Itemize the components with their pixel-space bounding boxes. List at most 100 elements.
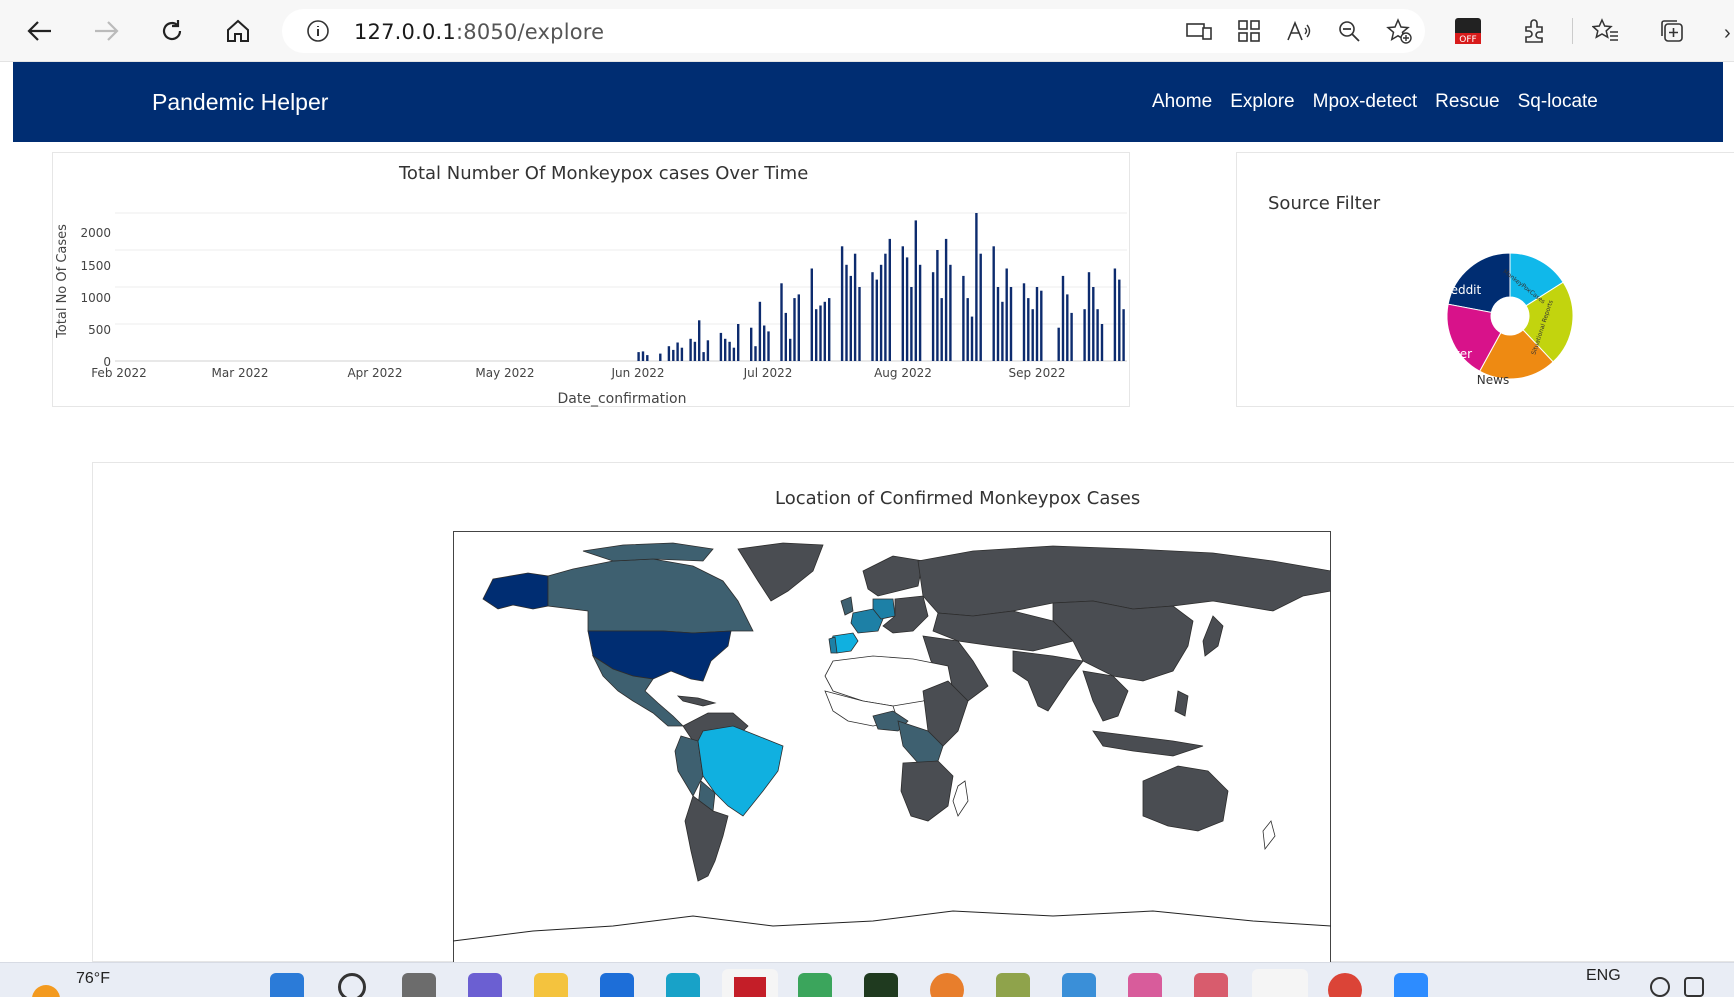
- app-green-icon[interactable]: [798, 973, 832, 997]
- start-icon[interactable]: [270, 973, 304, 997]
- timeline-bar[interactable]: [689, 338, 692, 361]
- timeline-bar[interactable]: [1005, 268, 1008, 362]
- address-bar[interactable]: 127.0.0.1:8050/explore: [282, 9, 1425, 53]
- timeline-bar[interactable]: [797, 294, 800, 361]
- app-orange-icon[interactable]: [930, 973, 964, 997]
- timeline-bar[interactable]: [676, 342, 679, 362]
- timeline-bar[interactable]: [758, 301, 762, 361]
- timeline-bar[interactable]: [975, 213, 978, 361]
- timeline-bar[interactable]: [901, 246, 904, 361]
- timeline-bar[interactable]: [728, 341, 731, 361]
- collections-icon[interactable]: [1654, 13, 1690, 49]
- nav-link-rescue[interactable]: Rescue: [1435, 91, 1499, 113]
- language-indicator[interactable]: ENG: [1586, 967, 1621, 985]
- timeline-bar[interactable]: [698, 320, 701, 361]
- world-choropleth-map[interactable]: [453, 531, 1331, 963]
- timeline-bar[interactable]: [884, 253, 887, 361]
- timeline-bar[interactable]: [853, 253, 857, 361]
- timeline-bar[interactable]: [793, 298, 796, 361]
- timeline-bar[interactable]: [944, 238, 948, 361]
- timeline-bar[interactable]: [706, 340, 710, 361]
- timeline-bar[interactable]: [888, 238, 891, 361]
- timeline-bar[interactable]: [962, 275, 965, 361]
- timeline-bar[interactable]: [879, 264, 883, 361]
- timeline-bar[interactable]: [819, 305, 822, 362]
- timeline-bar[interactable]: [754, 346, 757, 361]
- timeline-bar[interactable]: [1009, 287, 1013, 361]
- weather-temp[interactable]: 76°F: [76, 970, 110, 988]
- timeline-bar[interactable]: [810, 268, 813, 362]
- timeline-bar[interactable]: [637, 352, 640, 361]
- timeline-bar[interactable]: [914, 220, 917, 361]
- more-menu-icon[interactable]: ›: [1724, 22, 1731, 45]
- site-info-icon[interactable]: [306, 19, 330, 43]
- back-icon[interactable]: [22, 13, 58, 49]
- timeline-bar[interactable]: [789, 338, 792, 361]
- timeline-bar[interactable]: [1092, 287, 1095, 361]
- timeline-bar[interactable]: [737, 324, 740, 361]
- timeline-bar[interactable]: [905, 257, 909, 361]
- timeline-bar[interactable]: [936, 250, 939, 361]
- timeline-bar[interactable]: [828, 298, 831, 361]
- timeline-bar[interactable]: [646, 355, 649, 361]
- nav-link-sq-locate[interactable]: Sq-locate: [1518, 91, 1598, 113]
- timeline-bar[interactable]: [840, 246, 844, 361]
- timeline-bar[interactable]: [849, 275, 852, 361]
- app-active-icon[interactable]: [1252, 969, 1308, 997]
- brand-title[interactable]: Pandemic Helper: [152, 89, 328, 116]
- timeline-bar[interactable]: [693, 341, 697, 361]
- timeline-bar[interactable]: [732, 347, 736, 361]
- app-available-icon[interactable]: [1181, 15, 1217, 47]
- favorite-add-icon[interactable]: [1381, 15, 1417, 47]
- timeline-bar[interactable]: [641, 351, 645, 361]
- timeline-bar[interactable]: [970, 316, 974, 361]
- timeline-bar[interactable]: [949, 264, 952, 361]
- timeline-bar[interactable]: [815, 309, 818, 361]
- app-red-icon[interactable]: [1194, 973, 1228, 997]
- zoom-app-icon[interactable]: [1394, 973, 1428, 997]
- timeline-bar[interactable]: [1066, 294, 1069, 361]
- timeline-bar[interactable]: [763, 325, 766, 362]
- extensions-icon[interactable]: [1516, 13, 1552, 49]
- timeline-bar[interactable]: [659, 353, 662, 361]
- teams-icon[interactable]: [468, 973, 502, 997]
- nav-link-ahome[interactable]: Ahome: [1152, 91, 1212, 113]
- weather-sun-icon[interactable]: [32, 985, 60, 997]
- timeline-bar[interactable]: [1096, 309, 1099, 361]
- timeline-bar[interactable]: [667, 346, 671, 361]
- search-icon[interactable]: [338, 973, 366, 997]
- timeline-bar[interactable]: [823, 301, 826, 361]
- app-notes-icon[interactable]: [996, 973, 1030, 997]
- timeline-bar[interactable]: [719, 332, 723, 361]
- timeline-bar[interactable]: [940, 298, 943, 361]
- task-view-icon[interactable]: [402, 973, 436, 997]
- timeline-bar[interactable]: [996, 287, 1000, 361]
- timeline-bar[interactable]: [1061, 275, 1065, 361]
- timeline-bar[interactable]: [931, 272, 935, 361]
- zoom-out-icon[interactable]: [1331, 15, 1367, 47]
- volume-icon[interactable]: [1684, 977, 1704, 997]
- timeline-bar[interactable]: [1027, 298, 1030, 361]
- timeline-bar[interactable]: [918, 264, 922, 361]
- timeline-bar[interactable]: [1035, 287, 1039, 361]
- timeline-bar[interactable]: [750, 327, 753, 361]
- timeline-bar[interactable]: [1113, 268, 1117, 362]
- timeline-bar[interactable]: [780, 283, 783, 361]
- timeline-bar[interactable]: [1022, 283, 1026, 361]
- timeline-bar[interactable]: [724, 338, 727, 361]
- timeline-bar[interactable]: [1083, 309, 1086, 361]
- mail-app-icon[interactable]: [722, 969, 778, 997]
- timeline-bar[interactable]: [858, 287, 861, 361]
- timeline-bar[interactable]: [767, 331, 770, 361]
- timeline-bar[interactable]: [1118, 279, 1121, 361]
- timeline-bar[interactable]: [672, 349, 675, 361]
- timeline-bar[interactable]: [966, 298, 969, 361]
- timeline-bar[interactable]: [979, 253, 982, 361]
- read-aloud-icon[interactable]: [1281, 15, 1317, 47]
- store-icon[interactable]: [600, 973, 634, 997]
- calendar-icon[interactable]: [1062, 973, 1096, 997]
- timeline-bar[interactable]: [845, 264, 848, 361]
- timeline-bar[interactable]: [910, 287, 913, 361]
- timeline-bar[interactable]: [871, 272, 874, 361]
- network-icon[interactable]: [1650, 977, 1670, 997]
